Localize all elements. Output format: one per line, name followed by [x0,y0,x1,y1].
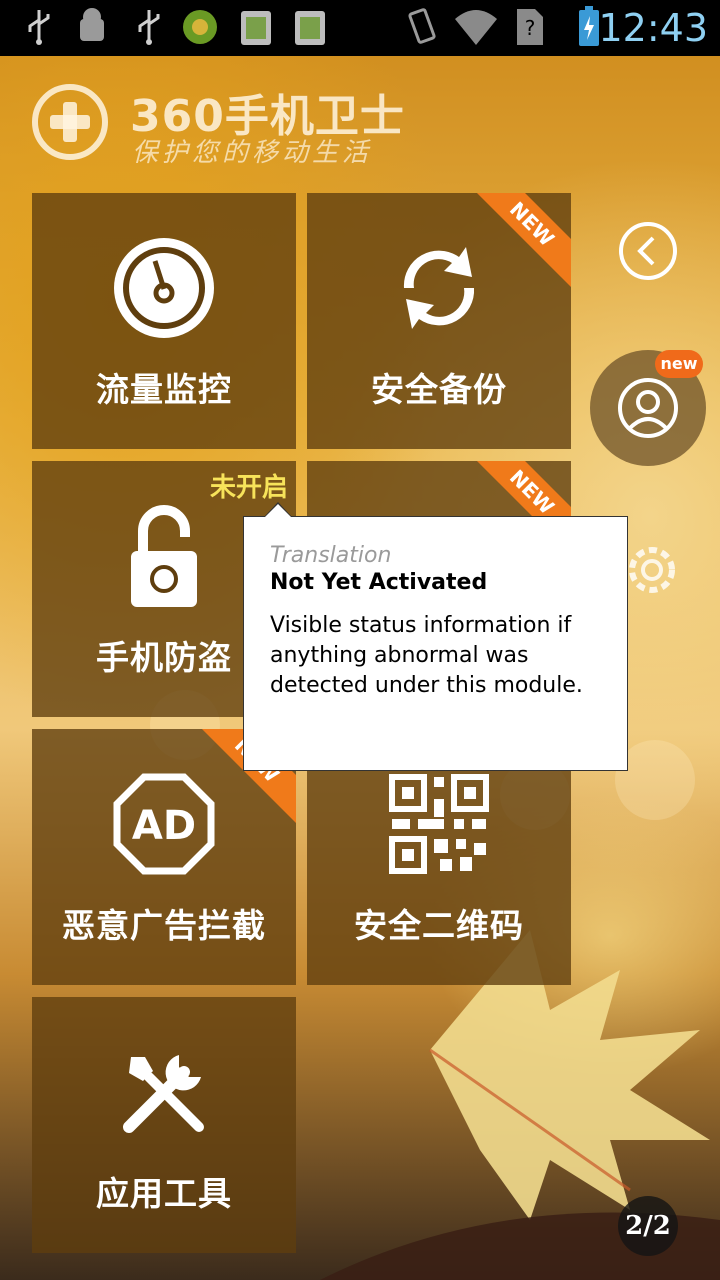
tooltip-title: Not Yet Activated [270,570,488,595]
app-notification-icon [236,6,276,48]
sync-icon [403,247,475,329]
tile-label: 安全二维码 [354,906,524,945]
tile-label: 应用工具 [96,1174,232,1213]
settings-button[interactable] [622,540,682,600]
svg-text:AD: AD [132,803,196,849]
vibrate-icon [404,6,440,48]
svg-text:?: ? [525,16,536,40]
speedometer-icon [114,238,214,338]
new-badge: new [655,350,703,378]
no-sim-icon: ? [514,6,546,48]
chevron-left-icon [619,222,677,280]
back-button[interactable] [617,220,679,282]
app-notification-icon [290,6,330,48]
page-indicator[interactable]: 2/2 [618,1196,678,1256]
gear-icon [629,547,675,593]
tile-traffic-monitor[interactable]: 流量监控 [32,193,296,449]
qr-code-icon [389,774,489,874]
wifi-icon [452,6,500,48]
usb-icon [22,6,56,48]
tile-label: 流量监控 [96,370,232,409]
tile-app-tools[interactable]: 应用工具 [32,997,296,1253]
tooltip-body: Visible status information if anything a… [270,613,583,698]
tile-label: 恶意广告拦截 [62,906,266,945]
tile-label: 安全备份 [371,370,507,409]
unlocked-padlock-icon [131,505,197,607]
status-not-activated: 未开启 [209,473,288,503]
app-notification-icon [180,6,220,48]
ad-block-icon: AD [113,773,215,875]
tooltip-kicker: Translation [270,543,392,568]
app-slogan: 保护您的移动生活 [132,138,373,168]
usb-icon [132,6,166,48]
tools-icon [123,1055,204,1133]
tooltip-arrow-fill [265,504,291,517]
translation-tooltip: Translation Not Yet Activated Visible st… [243,516,628,771]
tile-secure-backup[interactable]: NEW 安全备份 [307,193,571,449]
android-debug-icon [72,6,112,48]
clock: 12:43 [598,6,708,50]
app-logo-icon [30,82,110,162]
status-bar: ? 12:43 [0,0,720,56]
